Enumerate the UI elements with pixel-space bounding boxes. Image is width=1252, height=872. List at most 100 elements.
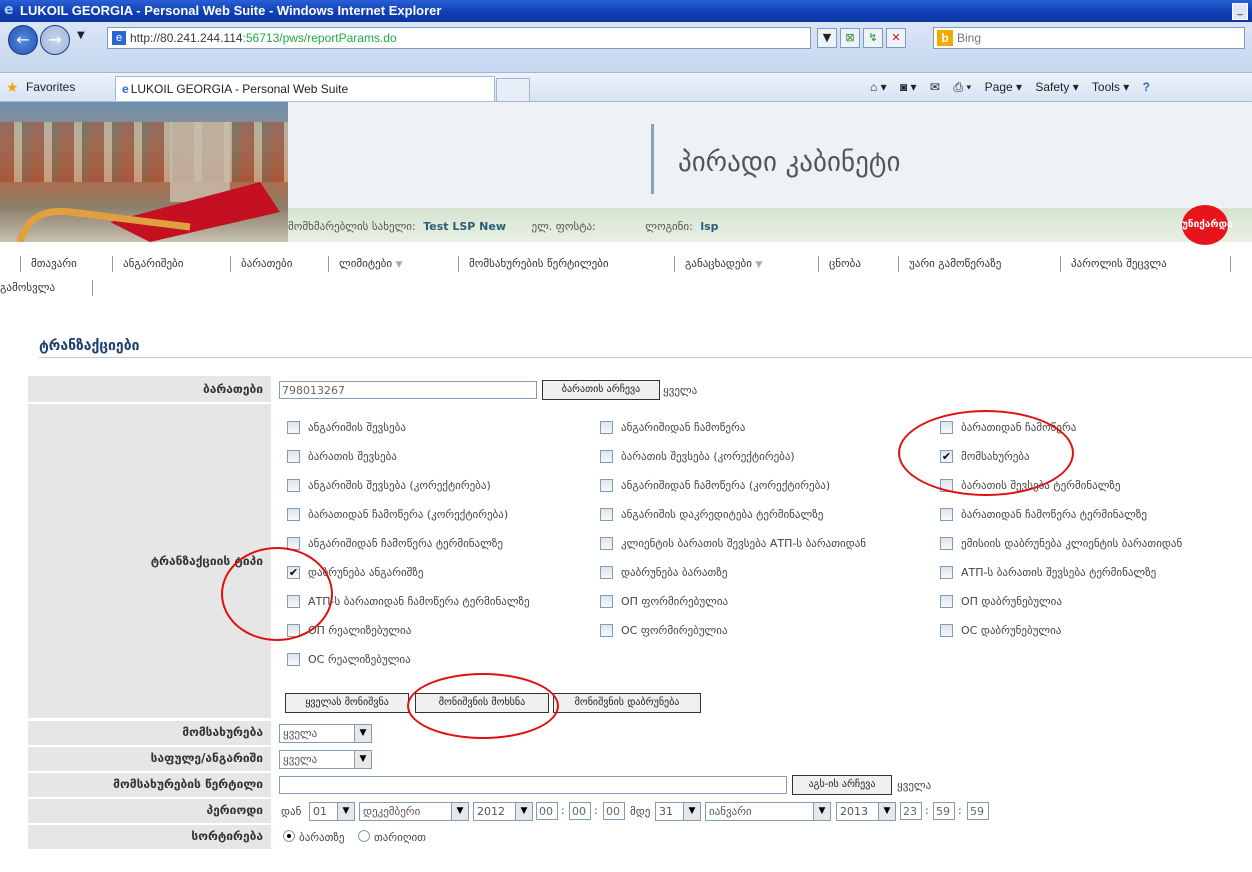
time-colon: : [958,804,962,817]
service-select[interactable]: ყველა ▼ [279,724,372,743]
transaction-type-label: ОС რეალიზებულია [308,653,411,666]
transaction-type-checkbox[interactable] [940,595,953,608]
to-day-value: 31 [659,805,673,818]
chevron-down-icon: ▼ [515,803,532,820]
time-colon: : [561,804,565,817]
home-icon[interactable]: ⌂ ▾ [870,80,887,94]
cards-label: ბარათები [28,376,271,402]
favorites-bar: ★ Favorites e LUKOIL GEORGIA - Personal W… [0,73,1252,102]
annotation-circle [898,410,1074,496]
chevron-down-icon: ▼ [337,803,354,820]
annotation-circle [221,547,333,641]
compat-view-icon[interactable]: ⊠ [840,28,860,48]
favorites-star-icon[interactable]: ★ [6,79,19,96]
menu-item-logout[interactable]: გამოსვლა [0,280,57,296]
chevron-down-icon: ▼ [878,803,895,820]
browser-tab[interactable]: e LUKOIL GEORGIA - Personal Web Suite [115,76,495,101]
to-minute-input[interactable]: 59 [933,802,955,820]
from-year-select[interactable]: 2012 ▼ [473,802,533,821]
transaction-type-checkbox[interactable] [287,653,300,666]
sort-by-card-radio[interactable] [283,830,295,842]
mail-icon[interactable]: ✉ [930,80,940,94]
menu-item-cards[interactable]: ბარათები [230,256,294,272]
search-input[interactable]: b Bing [933,27,1245,49]
transaction-type-checkbox[interactable] [600,566,613,579]
menu-item-applications[interactable]: განაცხადები ▼ [674,256,764,272]
transaction-type-label: ტრანზაქციის ტიპი [28,404,271,718]
transaction-type-checkbox[interactable] [600,450,613,463]
transaction-type-label: დაბრუნება ბარათზე [621,566,728,579]
transaction-type-label: ემისიის დაბრუნება კლიენტის ბარათიდან [961,537,1183,550]
from-hour-input[interactable]: 00 [536,802,558,820]
menu-item-accounts[interactable]: ანგარიშები [112,256,185,272]
url-field[interactable]: e http://80.241.244.114:56713/pws/reportP… [107,27,811,49]
select-card-button[interactable]: ბარათის არჩევა [542,380,660,400]
to-hour-input[interactable]: 23 [900,802,922,820]
transaction-type-checkbox[interactable] [287,450,300,463]
from-second-input[interactable]: 00 [603,802,625,820]
menu-item-home[interactable]: მთავარი [20,256,79,272]
menu-item-change-password[interactable]: პაროლის შეცვლა [1060,256,1169,272]
transaction-type-checkbox[interactable] [287,421,300,434]
chevron-down-icon: ▼ [354,751,371,768]
transaction-type-checkbox[interactable] [600,421,613,434]
service-point-all-text: ყველა [897,779,932,792]
transaction-type-checkbox[interactable] [600,508,613,521]
transaction-type-checkbox[interactable] [287,508,300,521]
from-minute-input[interactable]: 00 [569,802,591,820]
menu-item-service-points[interactable]: მომსახურების წერტილები [458,256,611,272]
transaction-type-checkbox[interactable] [940,537,953,550]
safety-menu[interactable]: Safety ▾ [1035,80,1078,94]
from-month-select[interactable]: დეკემბერი ▼ [359,802,469,821]
to-day-select[interactable]: 31 ▼ [655,802,701,821]
card-number-input[interactable]: 798013267 [279,381,537,399]
recent-pages-dropdown[interactable]: ▼ [77,30,85,41]
url-host: http://80.241.244.114 [130,31,243,45]
print-icon[interactable]: ⎙ ▾ [953,80,971,94]
from-year-value: 2012 [477,805,505,818]
transaction-type-label: ОП რეალიზებულია [308,624,412,637]
transaction-type-label: ანგარიშის შევსება [308,421,406,434]
page-menu[interactable]: Page ▾ [985,80,1022,94]
restore-selection-button[interactable]: მონიშვნის დაბრუნება [553,693,701,713]
transaction-type-checkbox[interactable] [940,508,953,521]
to-second-input[interactable]: 59 [967,802,989,820]
menu-item-limits[interactable]: ლიმიტები ▼ [328,256,404,272]
service-point-input[interactable] [279,776,787,794]
dropdown-arrow-icon[interactable]: ▼ [817,28,837,48]
transaction-type-checkbox[interactable] [600,595,613,608]
chevron-down-icon: ▼ [755,260,763,270]
chevron-down-icon: ▼ [683,803,700,820]
wallet-select[interactable]: ყველა ▼ [279,750,372,769]
help-icon[interactable]: ? [1143,80,1150,94]
feeds-icon[interactable]: ◙ ▾ [900,80,917,94]
select-station-button[interactable]: აგს-ის არჩევა [792,775,892,795]
minimize-button[interactable]: _ [1232,3,1248,20]
transaction-type-checkbox[interactable] [600,624,613,637]
transaction-type-checkbox[interactable] [940,624,953,637]
sort-by-date-radio[interactable] [358,830,370,842]
transaction-type-checkbox[interactable] [600,537,613,550]
wallet-select-value: ყველა [283,753,318,766]
to-month-select[interactable]: იანვარი ▼ [705,802,831,821]
menu-item-reference[interactable]: ცნობა [818,256,863,272]
transaction-type-checkbox[interactable] [287,479,300,492]
forward-button[interactable]: → [40,25,70,55]
user-info: მომხმარებლის სახელი: Test LSP New ელ. ფო… [288,220,719,233]
search-placeholder: Bing [957,31,982,45]
transaction-type-checkbox[interactable] [940,566,953,579]
menu-item-unsubscribe[interactable]: უარი გამოწერაზე [898,256,1003,272]
back-button[interactable]: ← [8,25,38,55]
favorites-label[interactable]: Favorites [26,80,75,94]
email-label: ელ. ფოსტა: [531,220,596,233]
transaction-type-checkbox[interactable] [600,479,613,492]
stop-icon[interactable]: ✕ [886,28,906,48]
to-year-select[interactable]: 2013 ▼ [836,802,896,821]
cards-all-text: ყველა [663,384,698,397]
from-day-select[interactable]: 01 ▼ [309,802,355,821]
tools-menu[interactable]: Tools ▾ [1092,80,1129,94]
select-all-button[interactable]: ყველას მონიშვნა [285,693,409,713]
new-tab-button[interactable] [496,78,530,102]
to-year-value: 2013 [840,805,868,818]
refresh-icon[interactable]: ↯ [863,28,883,48]
